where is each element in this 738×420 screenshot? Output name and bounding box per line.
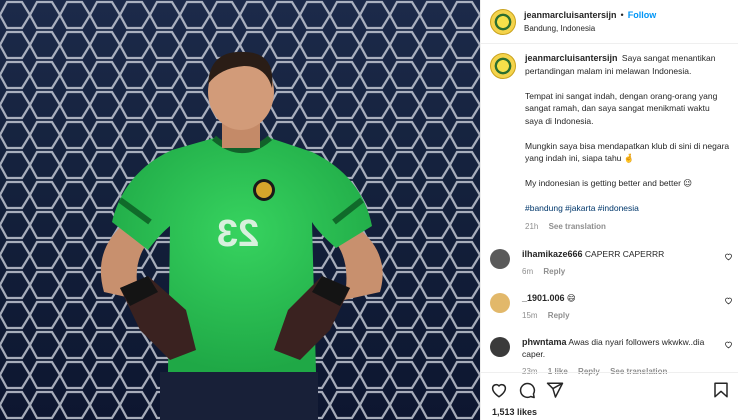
post-side-panel: jeanmarcluisantersijn • Follow Bandung, … bbox=[480, 0, 738, 420]
goalkeeper-image: 23 bbox=[0, 0, 480, 420]
caption-text-3: Mungkin saya bisa mendapatkan klub di si… bbox=[525, 140, 730, 164]
caption-text-4: My indonesian is getting better and bett… bbox=[525, 178, 693, 188]
share-icon[interactable] bbox=[546, 381, 564, 399]
post-photo[interactable]: 23 bbox=[0, 0, 480, 420]
post-caption: jeanmarcluisantersijn Saya sangat menant… bbox=[490, 52, 730, 234]
caption-see-translation[interactable]: See translation bbox=[549, 222, 606, 231]
comment-text: 😄 bbox=[566, 292, 576, 303]
comment-icon[interactable] bbox=[518, 381, 536, 399]
commenter-avatar[interactable] bbox=[490, 292, 510, 313]
author-username[interactable]: jeanmarcluisantersijn bbox=[524, 9, 617, 22]
commenter-avatar[interactable] bbox=[490, 248, 510, 269]
bookmark-icon[interactable] bbox=[712, 381, 730, 399]
commenter-username[interactable]: _1901.006 bbox=[522, 293, 565, 303]
comment-reply-button[interactable]: Reply bbox=[543, 267, 565, 276]
comment-item: _1901.006 😄 15m Reply bbox=[490, 292, 733, 322]
commenter-username[interactable]: phwntama bbox=[522, 337, 567, 347]
separator-dot: • bbox=[620, 9, 624, 20]
commenter-avatar[interactable] bbox=[490, 336, 510, 357]
post-location[interactable]: Bandung, Indonesia bbox=[524, 22, 656, 35]
comment-like-heart-icon[interactable] bbox=[724, 252, 733, 261]
likes-count[interactable]: 1,513 likes bbox=[492, 407, 537, 417]
caption-time: 21h bbox=[525, 222, 539, 231]
comment-time: 6m bbox=[522, 266, 534, 276]
comment-item: ilhamikaze666 CAPERR CAPERRR 6m Reply bbox=[490, 248, 733, 278]
comments-section: jeanmarcluisantersijn Saya sangat menant… bbox=[481, 44, 738, 378]
caption-text-2: Tempat ini sangat indah, dengan orang-or… bbox=[525, 90, 718, 126]
comment-reply-button[interactable]: Reply bbox=[548, 311, 570, 320]
heart-icon[interactable] bbox=[490, 381, 508, 399]
jersey-number: 23 bbox=[217, 213, 259, 255]
caption-hashtags[interactable]: #bandung #jakarta #indonesia bbox=[525, 202, 730, 215]
comment-text: CAPERR CAPERRR bbox=[584, 248, 665, 259]
follow-button[interactable]: Follow bbox=[628, 9, 657, 22]
caption-avatar[interactable] bbox=[490, 53, 516, 79]
commenter-username[interactable]: ilhamikaze666 bbox=[522, 249, 583, 259]
caption-username[interactable]: jeanmarcluisantersijn bbox=[525, 53, 618, 63]
comment-like-heart-icon[interactable] bbox=[724, 296, 733, 305]
post-actions-bar bbox=[481, 372, 738, 406]
author-avatar[interactable] bbox=[490, 8, 516, 35]
comment-time: 15m bbox=[522, 310, 538, 320]
comment-like-heart-icon[interactable] bbox=[724, 340, 733, 349]
post-header: jeanmarcluisantersijn • Follow Bandung, … bbox=[481, 0, 738, 44]
